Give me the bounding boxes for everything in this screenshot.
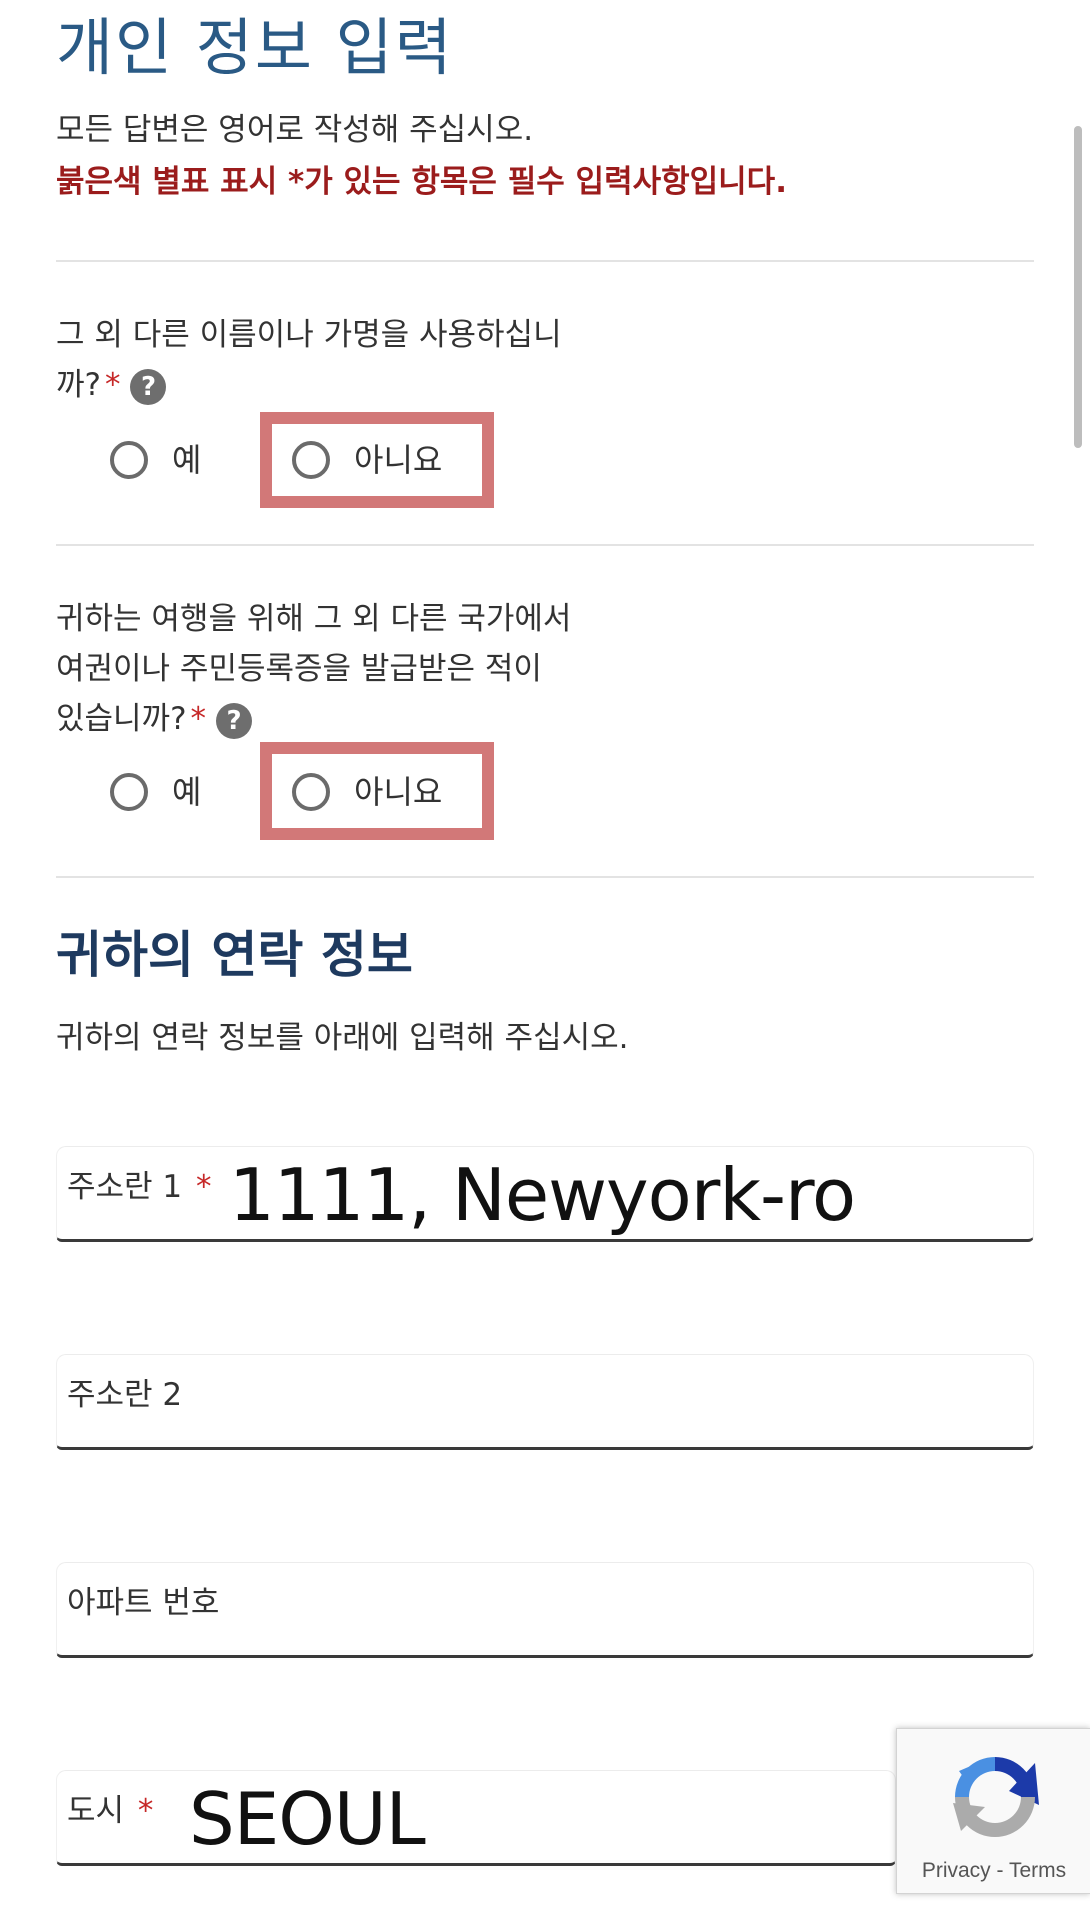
- address-line-2-field[interactable]: 주소란 2: [56, 1354, 1034, 1450]
- radio-circle-icon[interactable]: [292, 773, 330, 811]
- help-icon[interactable]: ?: [216, 702, 253, 739]
- radio-label: 아니요: [354, 773, 443, 811]
- required-star: *: [104, 367, 121, 403]
- question-text-end: 있습니까?: [56, 701, 187, 737]
- radio-other-passport-no[interactable]: 아니요: [292, 770, 442, 814]
- question-text-line: 귀하는 여행을 위해 그 외 다른 국가에서: [56, 601, 572, 637]
- intro-text: 모든 답변은 영어로 작성해 주십시오.: [56, 112, 534, 148]
- help-icon[interactable]: ?: [130, 368, 167, 405]
- radio-label: 예: [172, 773, 202, 811]
- terms-link[interactable]: Terms: [1009, 1859, 1066, 1882]
- radio-other-names-no[interactable]: 아니요: [292, 438, 442, 482]
- required-star: *: [137, 1793, 154, 1829]
- question-text-line: 까? *?: [56, 360, 656, 410]
- field-label: 주소란 1 *: [67, 1165, 212, 1209]
- question-other-passport: 귀하는 여행을 위해 그 외 다른 국가에서 여권이나 주민등록증을 발급받은 …: [56, 594, 656, 744]
- recaptcha-icon: [953, 1757, 1039, 1837]
- field-value[interactable]: 1111, Newyork-ro: [229, 1147, 856, 1243]
- radio-circle-icon[interactable]: [292, 441, 330, 479]
- field-label: 도시 *: [67, 1789, 153, 1833]
- question-text-end: 까?: [56, 367, 101, 403]
- section-title: 귀하의 연락 정보: [56, 926, 413, 984]
- required-star: *: [190, 701, 207, 737]
- radio-circle-icon[interactable]: [110, 773, 148, 811]
- required-note: 붉은색 별표 표시 *가 있는 항목은 필수 입력사항입니다.: [56, 164, 787, 200]
- divider: [56, 260, 1034, 262]
- city-field[interactable]: 도시 * SEOUL: [56, 1770, 896, 1866]
- divider: [56, 544, 1034, 546]
- field-label: 주소란 2: [67, 1377, 183, 1413]
- page-title: 개인 정보 입력: [56, 11, 454, 84]
- question-text-line: 여권이나 주민등록증을 발급받은 적이: [56, 651, 542, 687]
- scrollbar[interactable]: [1074, 126, 1082, 448]
- page: 개인 정보 입력 모든 답변은 영어로 작성해 주십시오. 붉은색 별표 표시 …: [0, 0, 1090, 1920]
- privacy-link[interactable]: Privacy: [922, 1859, 991, 1882]
- radio-label: 아니요: [354, 441, 443, 479]
- apartment-number-field[interactable]: 아파트 번호: [56, 1562, 1034, 1658]
- link-separator: -: [990, 1859, 1009, 1882]
- radio-label: 예: [172, 441, 202, 479]
- question-text-line: 그 외 다른 이름이나 가명을 사용하십니: [56, 317, 562, 353]
- address-line-1-field[interactable]: 주소란 1 * 1111, Newyork-ro: [56, 1146, 1034, 1242]
- radio-other-passport-yes[interactable]: 예: [110, 770, 201, 814]
- divider: [56, 876, 1034, 878]
- field-value[interactable]: SEOUL: [189, 1771, 426, 1867]
- required-star: *: [196, 1169, 212, 1205]
- question-text-line: 있습니까? *?: [56, 694, 656, 744]
- recaptcha-links: Privacy - Terms: [897, 1859, 1090, 1883]
- recaptcha-badge[interactable]: Privacy - Terms: [896, 1728, 1090, 1894]
- question-other-names: 그 외 다른 이름이나 가명을 사용하십니 까? *?: [56, 310, 656, 410]
- field-label: 아파트 번호: [67, 1585, 220, 1621]
- field-label-text: 주소란 1: [67, 1169, 183, 1205]
- section-subtitle: 귀하의 연락 정보를 아래에 입력해 주십시오.: [56, 1020, 629, 1056]
- radio-other-names-yes[interactable]: 예: [110, 438, 201, 482]
- radio-circle-icon[interactable]: [110, 441, 148, 479]
- field-label-text: 도시: [67, 1793, 125, 1829]
